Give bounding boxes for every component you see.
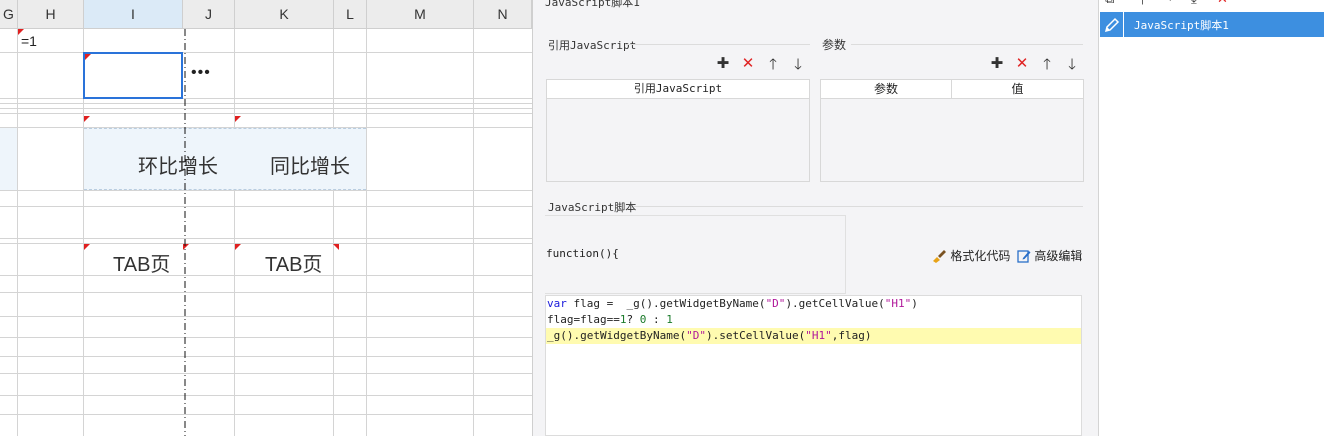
param-section-title: 参数 — [822, 38, 847, 52]
list-item-label: JavaScript脚本1 — [1134, 19, 1229, 32]
cell-marker-icon — [235, 244, 241, 250]
cell-marker-icon — [18, 29, 24, 35]
edit-icon — [1017, 250, 1031, 263]
move-bottom-icon[interactable]: ⤓ — [1191, 0, 1197, 7]
function-header: function(){ — [546, 247, 619, 260]
more-icon[interactable]: ••• — [191, 64, 211, 82]
column-header-i[interactable]: I — [84, 0, 183, 29]
column-header-l[interactable]: L — [334, 0, 367, 29]
move-down-icon[interactable]: ⯆ — [1165, 0, 1175, 7]
list-item[interactable]: JavaScript脚本1 — [1100, 12, 1324, 37]
cell-i4-label[interactable]: 环比增长 — [138, 150, 218, 179]
brush-icon — [933, 250, 946, 263]
gridline — [0, 395, 532, 396]
gridline — [0, 98, 532, 99]
add-icon[interactable]: ✚ — [989, 54, 1005, 72]
column-header-n[interactable]: N — [474, 0, 532, 29]
script-list-panel: ⧉ 🡑 ⯆ ⤓ ✕ JavaScript脚本1 — [1098, 0, 1334, 436]
gridline — [234, 29, 235, 436]
column-header: 引用JavaScript — [633, 82, 723, 95]
cell-k8-label[interactable]: TAB页 — [265, 248, 322, 277]
gridline — [0, 52, 532, 53]
cell-marker-icon — [84, 116, 90, 122]
column-header-param: 参数 — [821, 80, 952, 98]
move-up-icon[interactable]: 🡑 — [1039, 54, 1055, 79]
gridline — [0, 108, 532, 109]
code-line: flag=flag==1? 0 : 1 — [547, 313, 673, 326]
gridline — [473, 29, 474, 436]
gridline — [0, 206, 532, 207]
column-header-g[interactable]: G — [0, 0, 18, 29]
page-break-line — [184, 29, 186, 436]
gridline — [0, 243, 532, 244]
copy-icon[interactable]: ⧉ — [1105, 0, 1114, 7]
gridline — [0, 238, 532, 239]
list-item-icon-cell — [1100, 12, 1124, 37]
move-down-icon[interactable]: 🡓 — [790, 54, 806, 79]
delete-icon[interactable]: ✕ — [1014, 54, 1030, 72]
param-table[interactable]: 参数 值 — [820, 79, 1084, 182]
advanced-edit-label: 高级编辑 — [1034, 249, 1083, 263]
spreadsheet-grid[interactable]: G H I J K L M N =1 ••• 环比增长 同比增长 TAB页 TA… — [0, 0, 532, 436]
separator — [633, 206, 1083, 207]
column-header-m[interactable]: M — [367, 0, 474, 29]
cell-h1-formula[interactable]: =1 — [21, 33, 37, 49]
panel-title: JavaScript脚本1 — [545, 0, 640, 9]
column-header-j[interactable]: J — [183, 0, 235, 29]
code-editor[interactable]: var flag = _g().getWidgetByName("D").get… — [545, 295, 1082, 436]
gridline — [17, 29, 18, 436]
list-toolbar: ⧉ 🡑 ⯆ ⤓ ✕ — [1105, 0, 1305, 7]
gridline — [0, 356, 532, 357]
table-header: 引用JavaScript — [547, 80, 809, 99]
column-header-value: 值 — [1011, 82, 1024, 96]
separator — [851, 44, 1083, 45]
move-up-icon[interactable]: 🡑 — [765, 54, 781, 79]
cell-marker-icon — [85, 54, 91, 60]
column-header-h[interactable]: H — [18, 0, 84, 29]
advanced-edit-button[interactable]: 高级编辑 — [1017, 247, 1082, 264]
format-code-label: 格式化代码 — [950, 249, 1011, 263]
code-line: var flag = _g().getWidgetByName("D").get… — [547, 297, 918, 310]
delete-icon[interactable]: ✕ — [1217, 0, 1228, 7]
separator — [625, 44, 810, 45]
column-header-k[interactable]: K — [235, 0, 334, 29]
gridline — [366, 29, 367, 436]
cell-i8-label[interactable]: TAB页 — [113, 248, 170, 277]
cell-marker-icon — [84, 244, 90, 250]
gridline — [0, 337, 532, 338]
gridline — [0, 190, 532, 191]
move-down-icon[interactable]: 🡓 — [1064, 54, 1080, 79]
gridline — [0, 316, 532, 317]
pencil-icon — [1104, 17, 1120, 33]
cell-marker-icon — [333, 244, 339, 250]
format-code-button[interactable]: 格式化代码 — [931, 247, 1010, 264]
gridline — [0, 414, 532, 415]
cell-marker-icon — [235, 116, 241, 122]
ref-javascript-table[interactable]: 引用JavaScript — [546, 79, 810, 182]
script-section-title: JavaScript脚本 — [548, 201, 637, 214]
code-line-active: _g().getWidgetByName("D").setCellValue("… — [546, 328, 1081, 344]
delete-icon[interactable]: ✕ — [740, 54, 756, 72]
gridline — [0, 113, 532, 114]
cell-k4-label[interactable]: 同比增长 — [270, 150, 350, 179]
gridline — [0, 373, 532, 374]
cell-shaded — [0, 128, 17, 190]
gridline — [333, 29, 334, 436]
table-header: 参数 值 — [821, 80, 1083, 99]
gridline — [0, 103, 532, 104]
add-icon[interactable]: ✚ — [715, 54, 731, 72]
ref-section-title: 引用JavaScript — [548, 39, 637, 52]
selected-cell[interactable] — [83, 52, 183, 99]
gridline — [0, 292, 532, 293]
